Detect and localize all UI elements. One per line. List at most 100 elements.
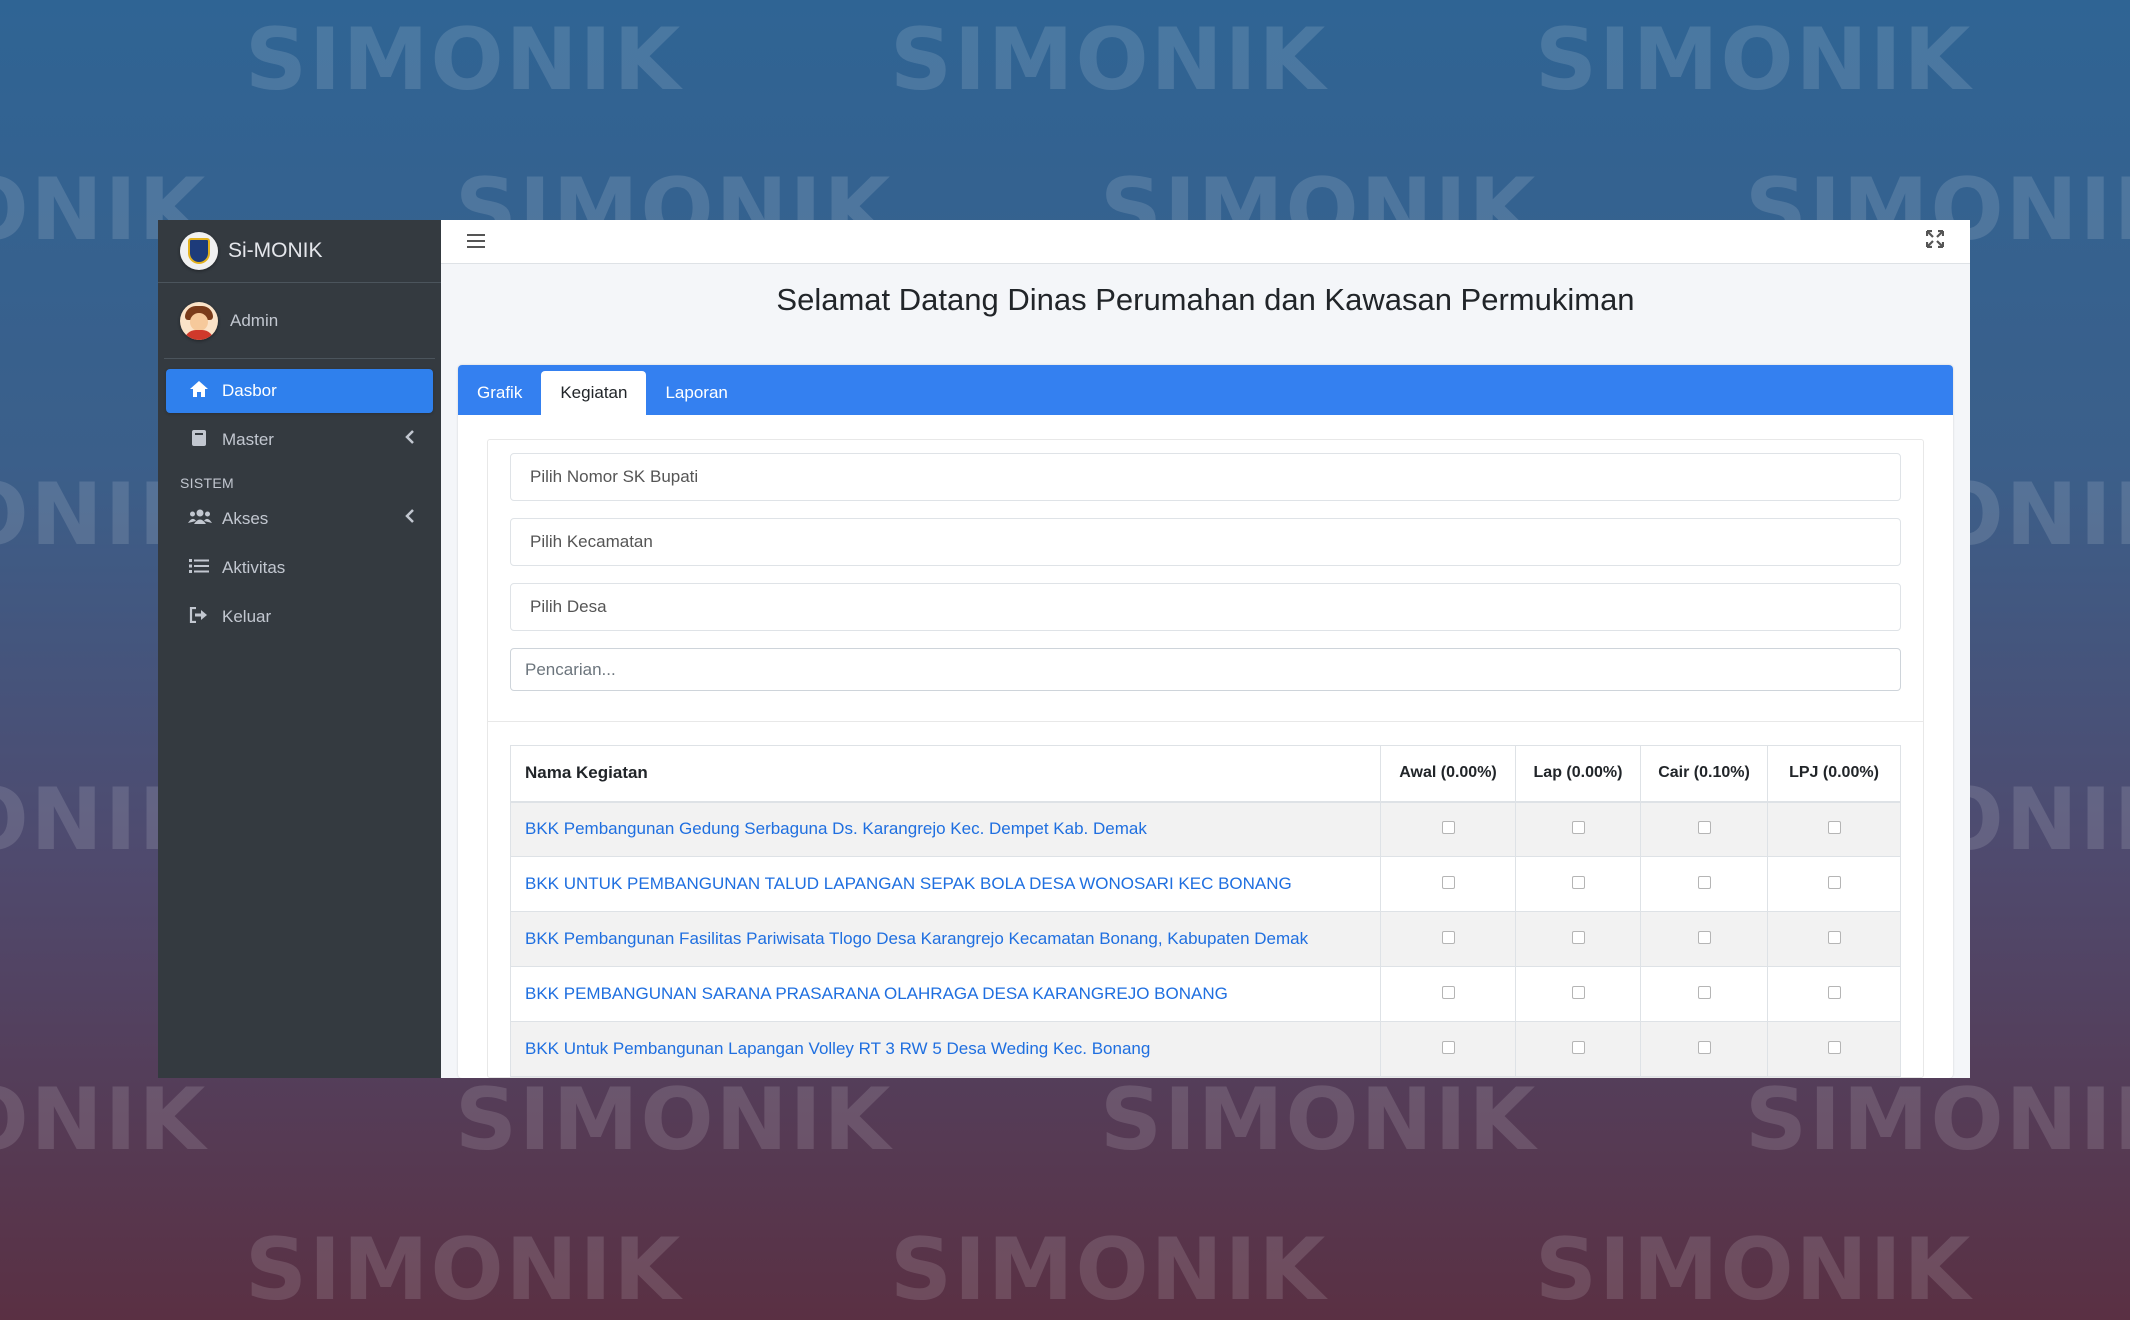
watermark-text: SIMONIK — [455, 1070, 893, 1170]
lpj-checkbox-cell — [1767, 1021, 1901, 1077]
column-header[interactable]: Lap (0.00%) — [1515, 745, 1641, 803]
search-input[interactable]: Pencarian... — [510, 648, 1901, 691]
awal-checkbox[interactable] — [1441, 986, 1455, 999]
lap-checkbox-cell — [1515, 1021, 1641, 1077]
awal-checkbox-cell — [1380, 911, 1516, 967]
awal-checkbox-cell — [1380, 856, 1516, 912]
cair-checkbox-cell — [1640, 856, 1768, 912]
tab-card: Grafik Kegiatan Laporan Pilih Nomor SK B… — [458, 365, 1953, 1078]
brand-link[interactable]: Si-MONIK — [158, 220, 441, 283]
lpj-checkbox[interactable] — [1827, 1041, 1841, 1054]
awal-checkbox[interactable] — [1441, 876, 1455, 889]
users-icon — [188, 509, 212, 530]
watermark-text: SIMONIK — [1535, 1220, 1973, 1320]
brand-name: Si-MONIK — [228, 239, 323, 262]
lap-checkbox-cell — [1515, 966, 1641, 1022]
lap-checkbox[interactable] — [1571, 876, 1585, 889]
awal-checkbox[interactable] — [1441, 821, 1455, 835]
column-header[interactable]: LPJ (0.00%) — [1767, 745, 1901, 803]
sidebar-item-master[interactable]: Master — [166, 418, 433, 462]
table-header-row: Nama Kegiatan Awal (0.00%) Lap (0.00%) C… — [510, 745, 1901, 803]
lap-checkbox-cell — [1515, 801, 1641, 857]
sidebar-item-dasbor[interactable]: Dasbor — [166, 369, 433, 413]
table-row: BKK Pembangunan Gedung Serbaguna Ds. Kar… — [510, 801, 1901, 857]
awal-checkbox[interactable] — [1441, 1041, 1455, 1054]
sidebar: Si-MONIK Admin Dasbor Master SISTEM Akse… — [158, 220, 441, 1078]
sidebar-nav: Dasbor Master SISTEM Akses Aktivitas Kel… — [158, 359, 441, 654]
kegiatan-link[interactable]: BKK PEMBANGUNAN SARANA PRASARANA OLAHRAG… — [510, 966, 1381, 1022]
hamburger-icon[interactable] — [467, 228, 485, 254]
filter-form: Pilih Nomor SK Bupati Pilih Kecamatan Pi… — [488, 440, 1923, 722]
desa-select[interactable]: Pilih Desa — [510, 583, 1901, 631]
regency-crest-icon — [180, 232, 218, 270]
kegiatan-link[interactable]: BKK Untuk Pembangunan Lapangan Volley RT… — [510, 1021, 1381, 1077]
expand-icon[interactable] — [1925, 228, 1945, 254]
column-header[interactable]: Awal (0.00%) — [1380, 745, 1516, 803]
sidebar-item-label: Keluar — [222, 607, 272, 626]
table-wrapper: Nama Kegiatan Awal (0.00%) Lap (0.00%) C… — [488, 722, 1923, 1077]
cair-checkbox[interactable] — [1697, 821, 1711, 835]
book-icon — [188, 429, 210, 452]
lap-checkbox[interactable] — [1571, 986, 1585, 999]
lpj-checkbox-cell — [1767, 801, 1901, 857]
sidebar-item-akses[interactable]: Akses — [166, 497, 433, 541]
column-header[interactable]: Cair (0.10%) — [1640, 745, 1768, 803]
lpj-checkbox[interactable] — [1827, 876, 1841, 889]
awal-checkbox-cell — [1380, 966, 1516, 1022]
top-navbar — [441, 220, 1970, 264]
lap-checkbox-cell — [1515, 856, 1641, 912]
watermark-text: SIMONIK — [1745, 1070, 2130, 1170]
tab-grafik[interactable]: Grafik — [458, 371, 541, 415]
tab-laporan[interactable]: Laporan — [646, 371, 746, 415]
lap-checkbox[interactable] — [1571, 1041, 1585, 1054]
cair-checkbox[interactable] — [1697, 986, 1711, 999]
sidebar-item-label: Akses — [222, 509, 269, 528]
awal-checkbox-cell — [1380, 1021, 1516, 1077]
user-panel[interactable]: Admin — [164, 283, 435, 359]
lap-checkbox[interactable] — [1571, 821, 1585, 835]
lpj-checkbox[interactable] — [1827, 986, 1841, 999]
sign-out-icon — [188, 606, 210, 628]
sidebar-item-keluar[interactable]: Keluar — [166, 595, 433, 639]
user-avatar-icon — [180, 301, 218, 340]
lap-checkbox-cell — [1515, 911, 1641, 967]
user-name: Admin — [230, 310, 279, 330]
kegiatan-table: Nama Kegiatan Awal (0.00%) Lap (0.00%) C… — [510, 745, 1901, 1077]
home-icon — [188, 380, 210, 403]
awal-checkbox-cell — [1380, 801, 1516, 857]
kegiatan-panel: Pilih Nomor SK Bupati Pilih Kecamatan Pi… — [487, 439, 1924, 1078]
cair-checkbox[interactable] — [1697, 876, 1711, 889]
main-content: Selamat Datang Dinas Perumahan dan Kawas… — [441, 220, 1970, 1078]
table-row: BKK Pembangunan Fasilitas Pariwisata Tlo… — [510, 911, 1901, 967]
cair-checkbox-cell — [1640, 801, 1768, 857]
sidebar-item-aktivitas[interactable]: Aktivitas — [166, 546, 433, 590]
lpj-checkbox-cell — [1767, 856, 1901, 912]
kecamatan-select[interactable]: Pilih Kecamatan — [510, 518, 1901, 566]
page-title: Selamat Datang Dinas Perumahan dan Kawas… — [776, 281, 1635, 317]
cair-checkbox[interactable] — [1697, 1041, 1711, 1054]
sidebar-item-label: Dasbor — [222, 381, 277, 400]
tab-bar: Grafik Kegiatan Laporan — [458, 365, 1953, 415]
kegiatan-link[interactable]: BKK UNTUK PEMBANGUNAN TALUD LAPANGAN SEP… — [510, 856, 1381, 912]
awal-checkbox[interactable] — [1441, 931, 1455, 944]
chevron-left-icon — [405, 509, 415, 528]
table-row: BKK PEMBANGUNAN SARANA PRASARANA OLAHRAG… — [510, 966, 1901, 1022]
kegiatan-link[interactable]: BKK Pembangunan Gedung Serbaguna Ds. Kar… — [510, 801, 1381, 857]
lpj-checkbox-cell — [1767, 966, 1901, 1022]
watermark-text: SIMONIK — [1535, 10, 1973, 110]
cair-checkbox[interactable] — [1697, 931, 1711, 944]
nav-section-header: SISTEM — [180, 475, 234, 491]
sidebar-item-label: Aktivitas — [222, 558, 286, 577]
table-row: BKK UNTUK PEMBANGUNAN TALUD LAPANGAN SEP… — [510, 856, 1901, 912]
watermark-text: SIMONIK — [245, 10, 683, 110]
lpj-checkbox[interactable] — [1827, 931, 1841, 944]
watermark-text: SIMONIK — [0, 1070, 208, 1170]
tab-kegiatan[interactable]: Kegiatan — [541, 371, 647, 415]
watermark-text: SIMONIK — [890, 1220, 1328, 1320]
column-header[interactable]: Nama Kegiatan — [510, 745, 1381, 803]
kegiatan-link[interactable]: BKK Pembangunan Fasilitas Pariwisata Tlo… — [510, 911, 1381, 967]
lap-checkbox[interactable] — [1571, 931, 1585, 944]
watermark-text: SIMONIK — [1100, 1070, 1538, 1170]
lpj-checkbox[interactable] — [1827, 821, 1841, 835]
sk-bupati-select[interactable]: Pilih Nomor SK Bupati — [510, 453, 1901, 501]
